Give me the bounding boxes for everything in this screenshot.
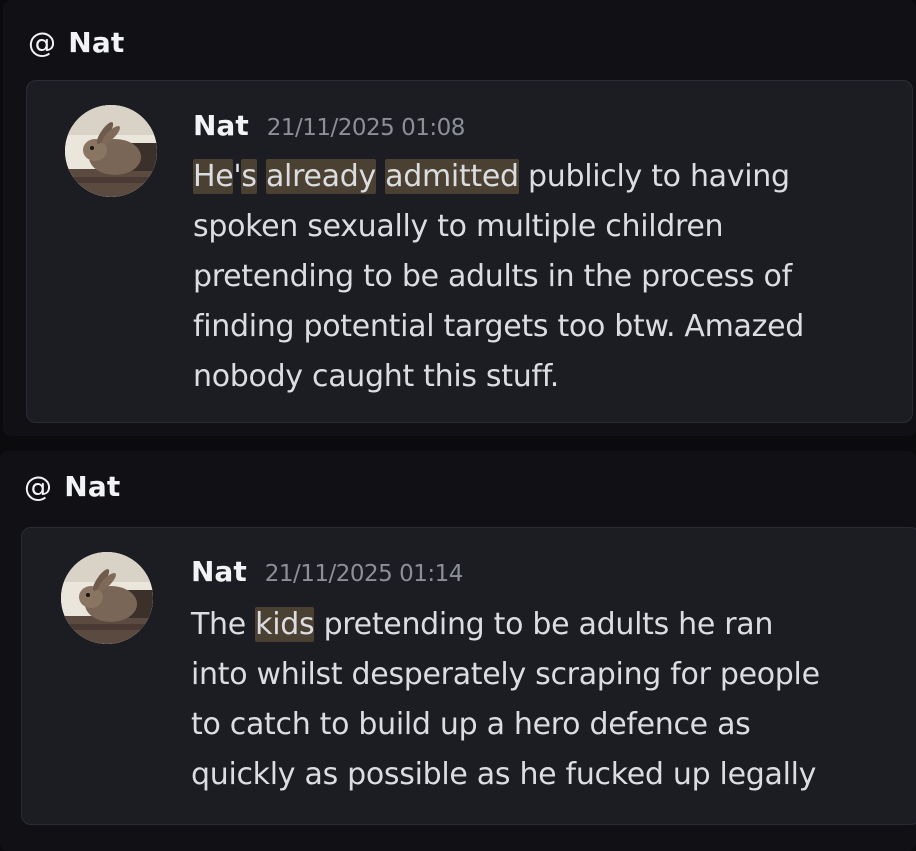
search-highlight: already <box>265 159 376 194</box>
message-segment: pretending to be adults in the process o… <box>193 259 792 294</box>
message-segment: quickly as possible as he fucked up lega… <box>191 757 817 792</box>
rabbit-photo-icon <box>65 105 157 197</box>
channel-mention-header[interactable]: @ Nat <box>24 466 121 506</box>
message-line: spoken sexually to multiple children <box>193 202 893 252</box>
avatar[interactable] <box>65 105 157 197</box>
message-line: pretending to be adults in the process o… <box>193 252 893 302</box>
message-line: nobody caught this stuff. <box>193 352 893 402</box>
search-highlight: kids <box>255 607 315 642</box>
message-text: He's already admitted publicly to having… <box>193 152 893 402</box>
message-segment: publicly to having <box>518 159 790 194</box>
at-icon: @ <box>28 25 57 59</box>
author-name[interactable]: Nat <box>191 555 247 588</box>
search-highlight: admitted <box>385 159 519 194</box>
message-line: to catch to build up a hero defence as <box>191 700 891 750</box>
mention-name: Nat <box>64 469 121 503</box>
message-meta: Nat 21/11/2025 01:14 <box>191 555 463 588</box>
message-line: He's already admitted publicly to having <box>193 152 893 202</box>
message-segment: into whilst desperately scraping for peo… <box>191 657 820 692</box>
channel-mention-header[interactable]: @ Nat <box>28 22 125 62</box>
message-segment: pretending to be adults he ran <box>314 607 774 642</box>
message[interactable]: Nat 21/11/2025 01:08 He's already admitt… <box>26 80 913 423</box>
search-highlight: He <box>193 159 234 194</box>
message-line: quickly as possible as he fucked up lega… <box>191 750 891 800</box>
message-timestamp: 21/11/2025 01:14 <box>264 561 464 587</box>
mention-name: Nat <box>68 25 125 59</box>
message-segment: nobody caught this stuff. <box>193 359 560 394</box>
rabbit-photo-icon <box>61 552 153 644</box>
message-line: The kids pretending to be adults he ran <box>191 600 891 650</box>
message-line: into whilst desperately scraping for peo… <box>191 650 891 700</box>
at-icon: @ <box>24 469 53 503</box>
message-text: The kids pretending to be adults he ran i… <box>191 600 891 800</box>
search-result-card: @ Nat Nat 21/11/2025 01:14 The kids pret… <box>0 451 916 851</box>
message-segment: The <box>191 607 256 642</box>
message-segment <box>257 159 266 194</box>
message-segment <box>376 159 385 194</box>
message-meta: Nat 21/11/2025 01:08 <box>193 109 465 142</box>
message-segment: to catch to build up a hero defence as <box>191 707 751 742</box>
message-line: finding potential targets too btw. Amaze… <box>193 302 893 352</box>
search-highlight: s <box>241 159 257 194</box>
search-result-card: @ Nat Nat 21/11/2025 01:08 He's already … <box>3 0 916 436</box>
author-name[interactable]: Nat <box>193 109 249 142</box>
avatar[interactable] <box>61 552 153 644</box>
message-segment: finding potential targets too btw. Amaze… <box>193 309 804 344</box>
message[interactable]: Nat 21/11/2025 01:14 The kids pretending… <box>21 527 916 825</box>
message-timestamp: 21/11/2025 01:08 <box>266 115 466 141</box>
message-segment: spoken sexually to multiple children <box>193 209 724 244</box>
